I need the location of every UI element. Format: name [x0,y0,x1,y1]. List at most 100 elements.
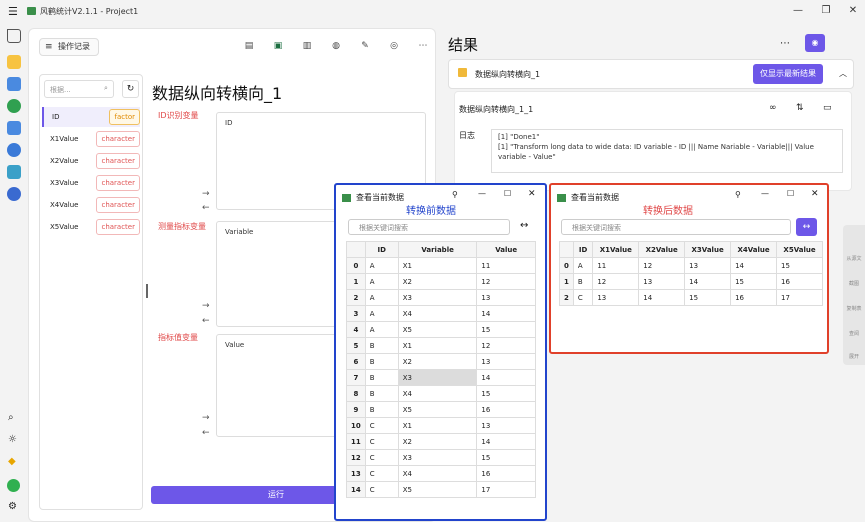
table-row[interactable]: 8 B X4 15 [346,385,536,402]
table-row[interactable]: 0 A 11 12 13 14 15 [559,257,823,274]
more-icon[interactable]: ⋯ [417,41,429,53]
table-cell[interactable]: 14 [684,273,732,290]
table-icon[interactable] [7,121,21,135]
row-index[interactable]: 11 [346,433,366,450]
table-cell[interactable]: 14 [476,305,536,322]
wrench-icon[interactable]: ✎ [359,41,371,53]
table-cell[interactable]: 16 [476,465,536,482]
sort-icon[interactable]: ⇅ [796,103,804,113]
row-index[interactable]: 9 [346,401,366,418]
search-icon[interactable]: ⌕ [8,412,14,423]
table-cell[interactable]: X5 [397,401,478,418]
variable-item[interactable]: ID factor [42,107,140,127]
table-cell[interactable]: A [364,257,399,274]
table-cell[interactable]: B [364,385,399,402]
column-header[interactable]: Value [476,241,536,258]
close-button[interactable]: ✕ [528,189,536,199]
table-cell[interactable]: 13 [684,257,732,274]
table-cell[interactable]: X2 [397,433,478,450]
table-cell[interactable]: X4 [397,385,478,402]
network-icon[interactable] [7,143,21,157]
table-cell[interactable]: 15 [684,289,732,306]
table-cell[interactable]: C [364,417,399,434]
link-icon[interactable]: ∞ [769,103,777,113]
table-cell[interactable]: 15 [776,257,823,274]
swap-icon[interactable]: ↔ [520,220,528,231]
column-header[interactable]: X3Value [684,241,732,258]
table-cell[interactable]: 13 [476,289,536,306]
table-row[interactable]: 10 C X1 13 [346,417,536,434]
variable-item[interactable]: X4Value character [42,195,140,215]
result-item[interactable]: 数据纵向转横向_1 仅显示最新结果 ︿ [448,59,854,89]
row-index[interactable]: 0 [346,257,366,274]
move-left-icon[interactable]: ← [202,203,210,213]
table-row[interactable]: 4 A X5 15 [346,321,536,338]
table-cell[interactable]: A [364,321,399,338]
menu-icon[interactable]: ☰ [8,5,18,18]
table-cell[interactable]: X3 [397,289,478,306]
row-index[interactable]: 2 [346,289,366,306]
table-cell[interactable]: B [572,273,594,290]
model-icon[interactable] [7,165,21,179]
row-index[interactable]: 6 [346,353,366,370]
table-cell[interactable]: X4 [397,465,478,482]
table-cell[interactable]: 17 [776,289,823,306]
table-cell[interactable]: X1 [397,417,478,434]
excel-icon[interactable]: ▣ [272,41,284,53]
variable-item[interactable]: X3Value character [42,173,140,193]
table-row[interactable]: 2 C 13 14 15 16 17 [559,289,823,306]
row-index[interactable]: 14 [346,481,366,498]
table-row[interactable]: 6 B X2 13 [346,353,536,370]
table-cell[interactable]: X2 [397,353,478,370]
move-right-icon[interactable]: → [202,301,210,311]
table-cell[interactable]: 16 [730,289,777,306]
table-cell[interactable]: 12 [592,273,640,290]
table-row[interactable]: 13 C X4 16 [346,465,536,482]
table-row[interactable]: 0 A X1 11 [346,257,536,274]
table-cell[interactable]: A [364,289,399,306]
table-cell[interactable]: 12 [476,273,536,290]
table-cell[interactable]: 13 [476,353,536,370]
table-cell[interactable]: X4 [397,305,478,322]
row-index[interactable]: 8 [346,385,366,402]
row-index[interactable]: 5 [346,337,366,354]
table-cell[interactable]: 16 [776,273,823,290]
avatar[interactable] [7,479,20,492]
table-cell[interactable]: A [572,257,594,274]
table-cell[interactable]: X3 [397,449,478,466]
column-header[interactable]: ID [572,241,594,258]
table-row[interactable]: 9 B X5 16 [346,401,536,418]
move-left-icon[interactable]: ← [202,428,210,438]
row-index[interactable]: 4 [346,321,366,338]
database-icon[interactable]: ◎ [388,41,400,53]
row-index[interactable]: 13 [346,465,366,482]
variable-item[interactable]: X1Value character [42,129,140,149]
table-cell[interactable]: 14 [638,289,686,306]
search-input[interactable]: 根据关键词搜索 [348,219,510,235]
settings-icon[interactable]: ⚙ [8,501,17,512]
row-index[interactable]: 1 [559,273,574,290]
move-right-icon[interactable]: → [202,413,210,423]
table-cell[interactable]: 16 [476,401,536,418]
table-cell[interactable]: 13 [638,273,686,290]
table-cell[interactable]: X2 [397,273,478,290]
row-index[interactable]: 0 [559,257,574,274]
row-index[interactable]: 1 [346,273,366,290]
tool-label[interactable]: 截图 [844,280,864,287]
table-cell[interactable]: X1 [397,337,478,354]
save-icon[interactable]: ▥ [301,41,313,53]
theme-icon[interactable]: ☼ [8,434,17,445]
table-cell[interactable]: X5 [397,481,478,498]
pin-icon[interactable]: ⚲ [735,190,741,199]
column-header[interactable]: X1Value [592,241,640,258]
table-cell[interactable]: C [364,433,399,450]
column-header[interactable]: X2Value [638,241,686,258]
table-cell[interactable]: C [572,289,594,306]
search-data-icon[interactable]: ◍ [330,41,342,53]
close-button[interactable]: ✕ [845,3,861,19]
table-cell[interactable]: 13 [592,289,640,306]
table-row[interactable]: 12 C X3 15 [346,449,536,466]
column-header[interactable] [346,241,366,258]
table-row[interactable]: 5 B X1 12 [346,337,536,354]
table-cell[interactable]: 17 [476,481,536,498]
